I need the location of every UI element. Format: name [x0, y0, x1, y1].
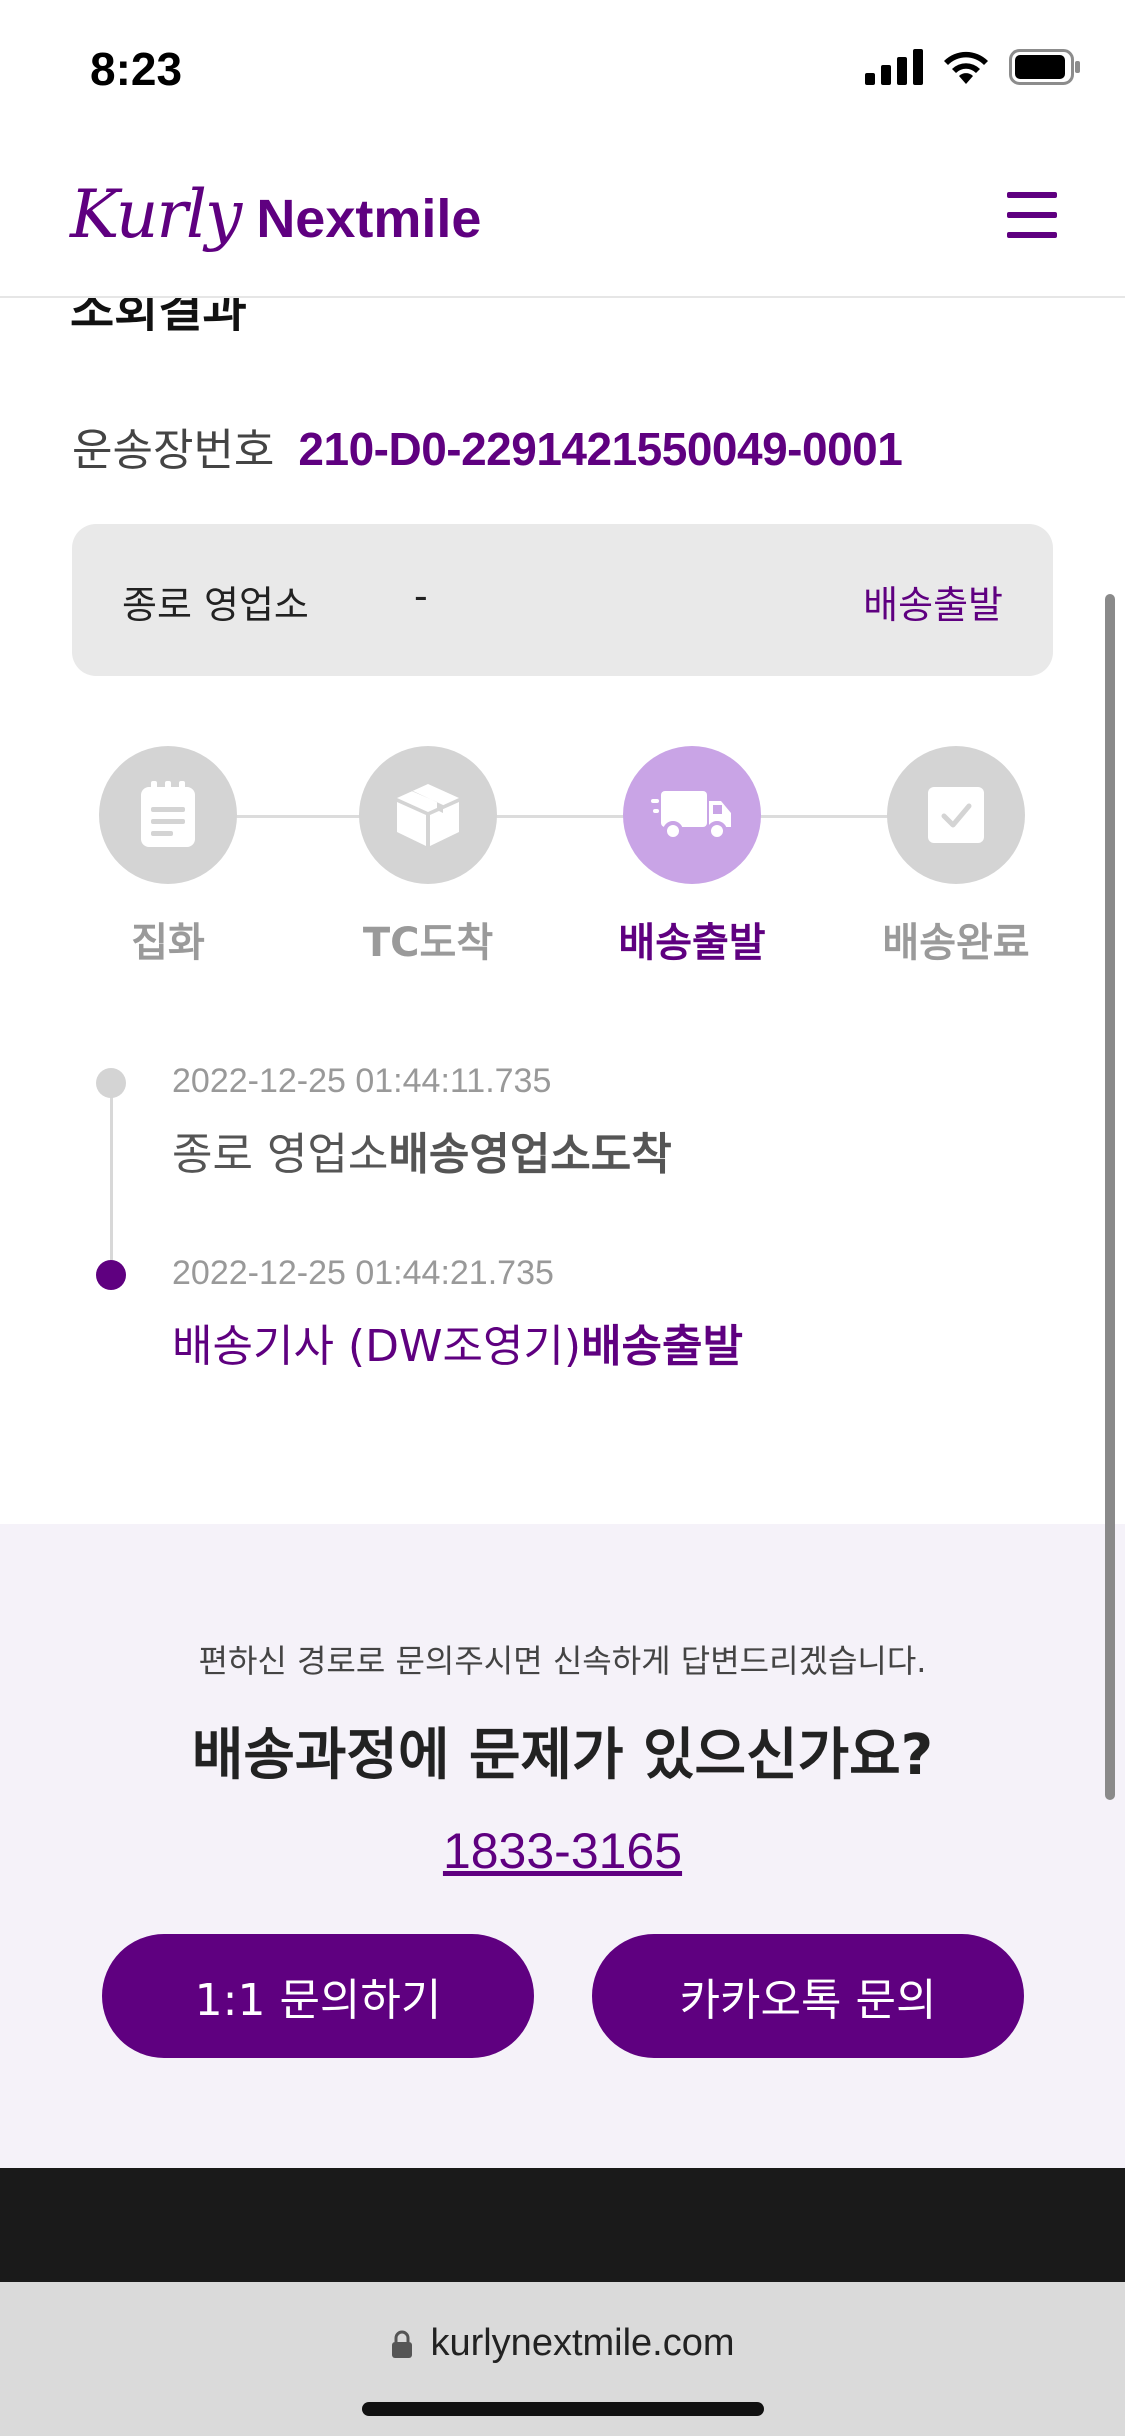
- url-text: kurlynextmile.com: [430, 2322, 735, 2364]
- branch-name: 종로 영업소: [122, 583, 309, 627]
- status-bar: 8:23: [0, 0, 1125, 140]
- step-label: 배송출발: [618, 920, 766, 966]
- progress-line: [168, 815, 960, 818]
- kakaotalk-inquiry-button[interactable]: 카카오톡 문의: [592, 1934, 1024, 2058]
- timeline-text: 종로 영업소배송영업소도착: [172, 1118, 672, 1182]
- timeline-event: 배송영업소도착: [388, 1129, 672, 1180]
- timeline-location: 종로 영업소: [172, 1129, 389, 1180]
- timeline-line: [110, 1086, 113, 1286]
- home-indicator: [362, 2402, 764, 2416]
- timeline-time: 2022-12-25 01:44:11.735: [172, 1062, 552, 1100]
- site-footer: [0, 2168, 1125, 2282]
- timeline-event: 배송출발: [581, 1321, 743, 1372]
- delivery-progress-steps: 집화 TC도착 배송출발 배송완료: [0, 746, 1125, 966]
- kurly-nextmile-logo[interactable]: Kurly Nextmile: [70, 176, 481, 253]
- status-icons: [865, 48, 1081, 86]
- step-circle: [887, 746, 1025, 884]
- battery-icon: [1009, 49, 1080, 85]
- timeline-text: 배송기사 (DW조영기)배송출발: [172, 1310, 743, 1374]
- step-delivered: 배송완료: [846, 746, 1066, 968]
- step-label: 집화: [131, 920, 205, 966]
- timeline-time: 2022-12-25 01:44:21.735: [172, 1254, 554, 1292]
- branch-detail: -: [414, 574, 428, 618]
- tracking-number: 210-D0-2291421550049-0001: [298, 423, 903, 475]
- hamburger-icon[interactable]: [1007, 192, 1057, 238]
- contact-title: 배송과정에 문제가 있으신가요?: [191, 1723, 934, 1788]
- browser-url-bar[interactable]: kurlynextmile.com: [0, 2282, 1125, 2436]
- one-to-one-inquiry-button[interactable]: 1:1 문의하기: [102, 1934, 534, 2058]
- step-pickup: 집화: [58, 746, 278, 968]
- step-circle: [99, 746, 237, 884]
- signal-icon: [865, 49, 923, 85]
- step-label: TC도착: [362, 920, 494, 966]
- timeline-dot: [96, 1068, 126, 1098]
- truck-icon: [651, 791, 731, 841]
- clipboard-icon: [141, 781, 195, 847]
- logo-script: Kurly: [70, 176, 242, 253]
- tracking-label: 운송장번호: [72, 425, 275, 476]
- url-display[interactable]: kurlynextmile.com: [0, 2322, 1125, 2365]
- step-circle: [623, 746, 761, 884]
- step-label: 배송완료: [882, 920, 1030, 966]
- lock-icon: [392, 2330, 413, 2358]
- step-out-for-delivery: 배송출발: [582, 746, 802, 968]
- logo-word: Nextmile: [256, 189, 482, 249]
- delivery-info-box: 종로 영업소 - 배송출발: [72, 524, 1053, 676]
- step-tc-arrival: TC도착: [318, 746, 538, 968]
- page-scrollbar[interactable]: [1105, 594, 1115, 1800]
- box-icon: [397, 784, 459, 846]
- timeline-location: 배송기사 (DW조영기): [172, 1321, 582, 1372]
- status-time: 8:23: [90, 43, 183, 95]
- contact-section: 편하신 경로로 문의주시면 신속하게 답변드리겠습니다. 배송과정에 문제가 있…: [0, 1524, 1125, 2168]
- tracking-number-row: 운송장번호 210-D0-2291421550049-0001: [72, 414, 903, 478]
- step-circle: [359, 746, 497, 884]
- contact-subtitle: 편하신 경로로 문의주시면 신속하게 답변드리겠습니다.: [198, 1642, 927, 1680]
- wifi-icon: [944, 51, 988, 84]
- check-icon: [928, 787, 984, 843]
- site-header: Kurly Nextmile: [0, 140, 1125, 298]
- delivery-status: 배송출발: [863, 583, 1003, 627]
- contact-phone-link[interactable]: 1833-3165: [0, 1822, 1125, 1880]
- timeline-dot: [96, 1260, 126, 1290]
